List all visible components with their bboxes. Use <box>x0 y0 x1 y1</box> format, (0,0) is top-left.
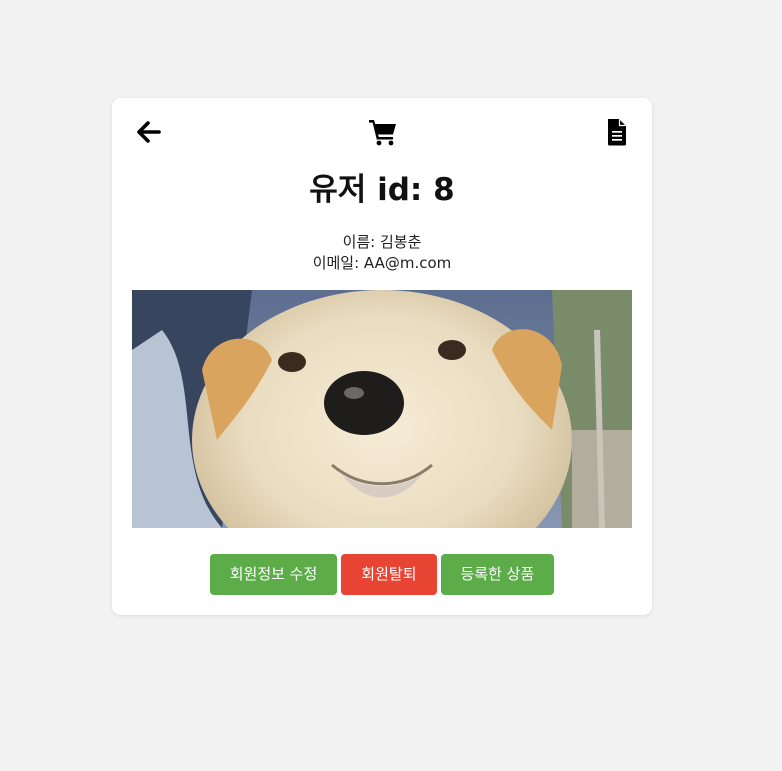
document-button[interactable] <box>606 118 628 146</box>
back-button[interactable] <box>136 119 162 145</box>
file-text-icon <box>608 119 626 146</box>
edit-profile-button[interactable]: 회원정보 수정 <box>209 554 338 595</box>
withdraw-button[interactable]: 회원탈퇴 <box>341 554 437 595</box>
profile-photo <box>132 290 632 528</box>
page-title: 유저 id: 8 <box>309 172 455 208</box>
action-buttons: 회원정보 수정 회원탈퇴 등록한 상품 <box>112 554 652 595</box>
cart-button[interactable] <box>368 118 398 146</box>
registered-products-button[interactable]: 등록한 상품 <box>440 554 555 595</box>
shopping-cart-icon <box>369 120 396 146</box>
user-info: 이름: 김봉춘 이메일: AA@m.com <box>112 232 652 274</box>
user-email: 이메일: AA@m.com <box>312 254 452 272</box>
user-name: 이름: 김봉춘 <box>342 233 422 251</box>
user-profile-card: 유저 id: 8 이름: 김봉춘 이메일: AA@m.com 회원정보 수정 회… <box>112 98 652 615</box>
arrow-left-icon <box>137 121 161 143</box>
